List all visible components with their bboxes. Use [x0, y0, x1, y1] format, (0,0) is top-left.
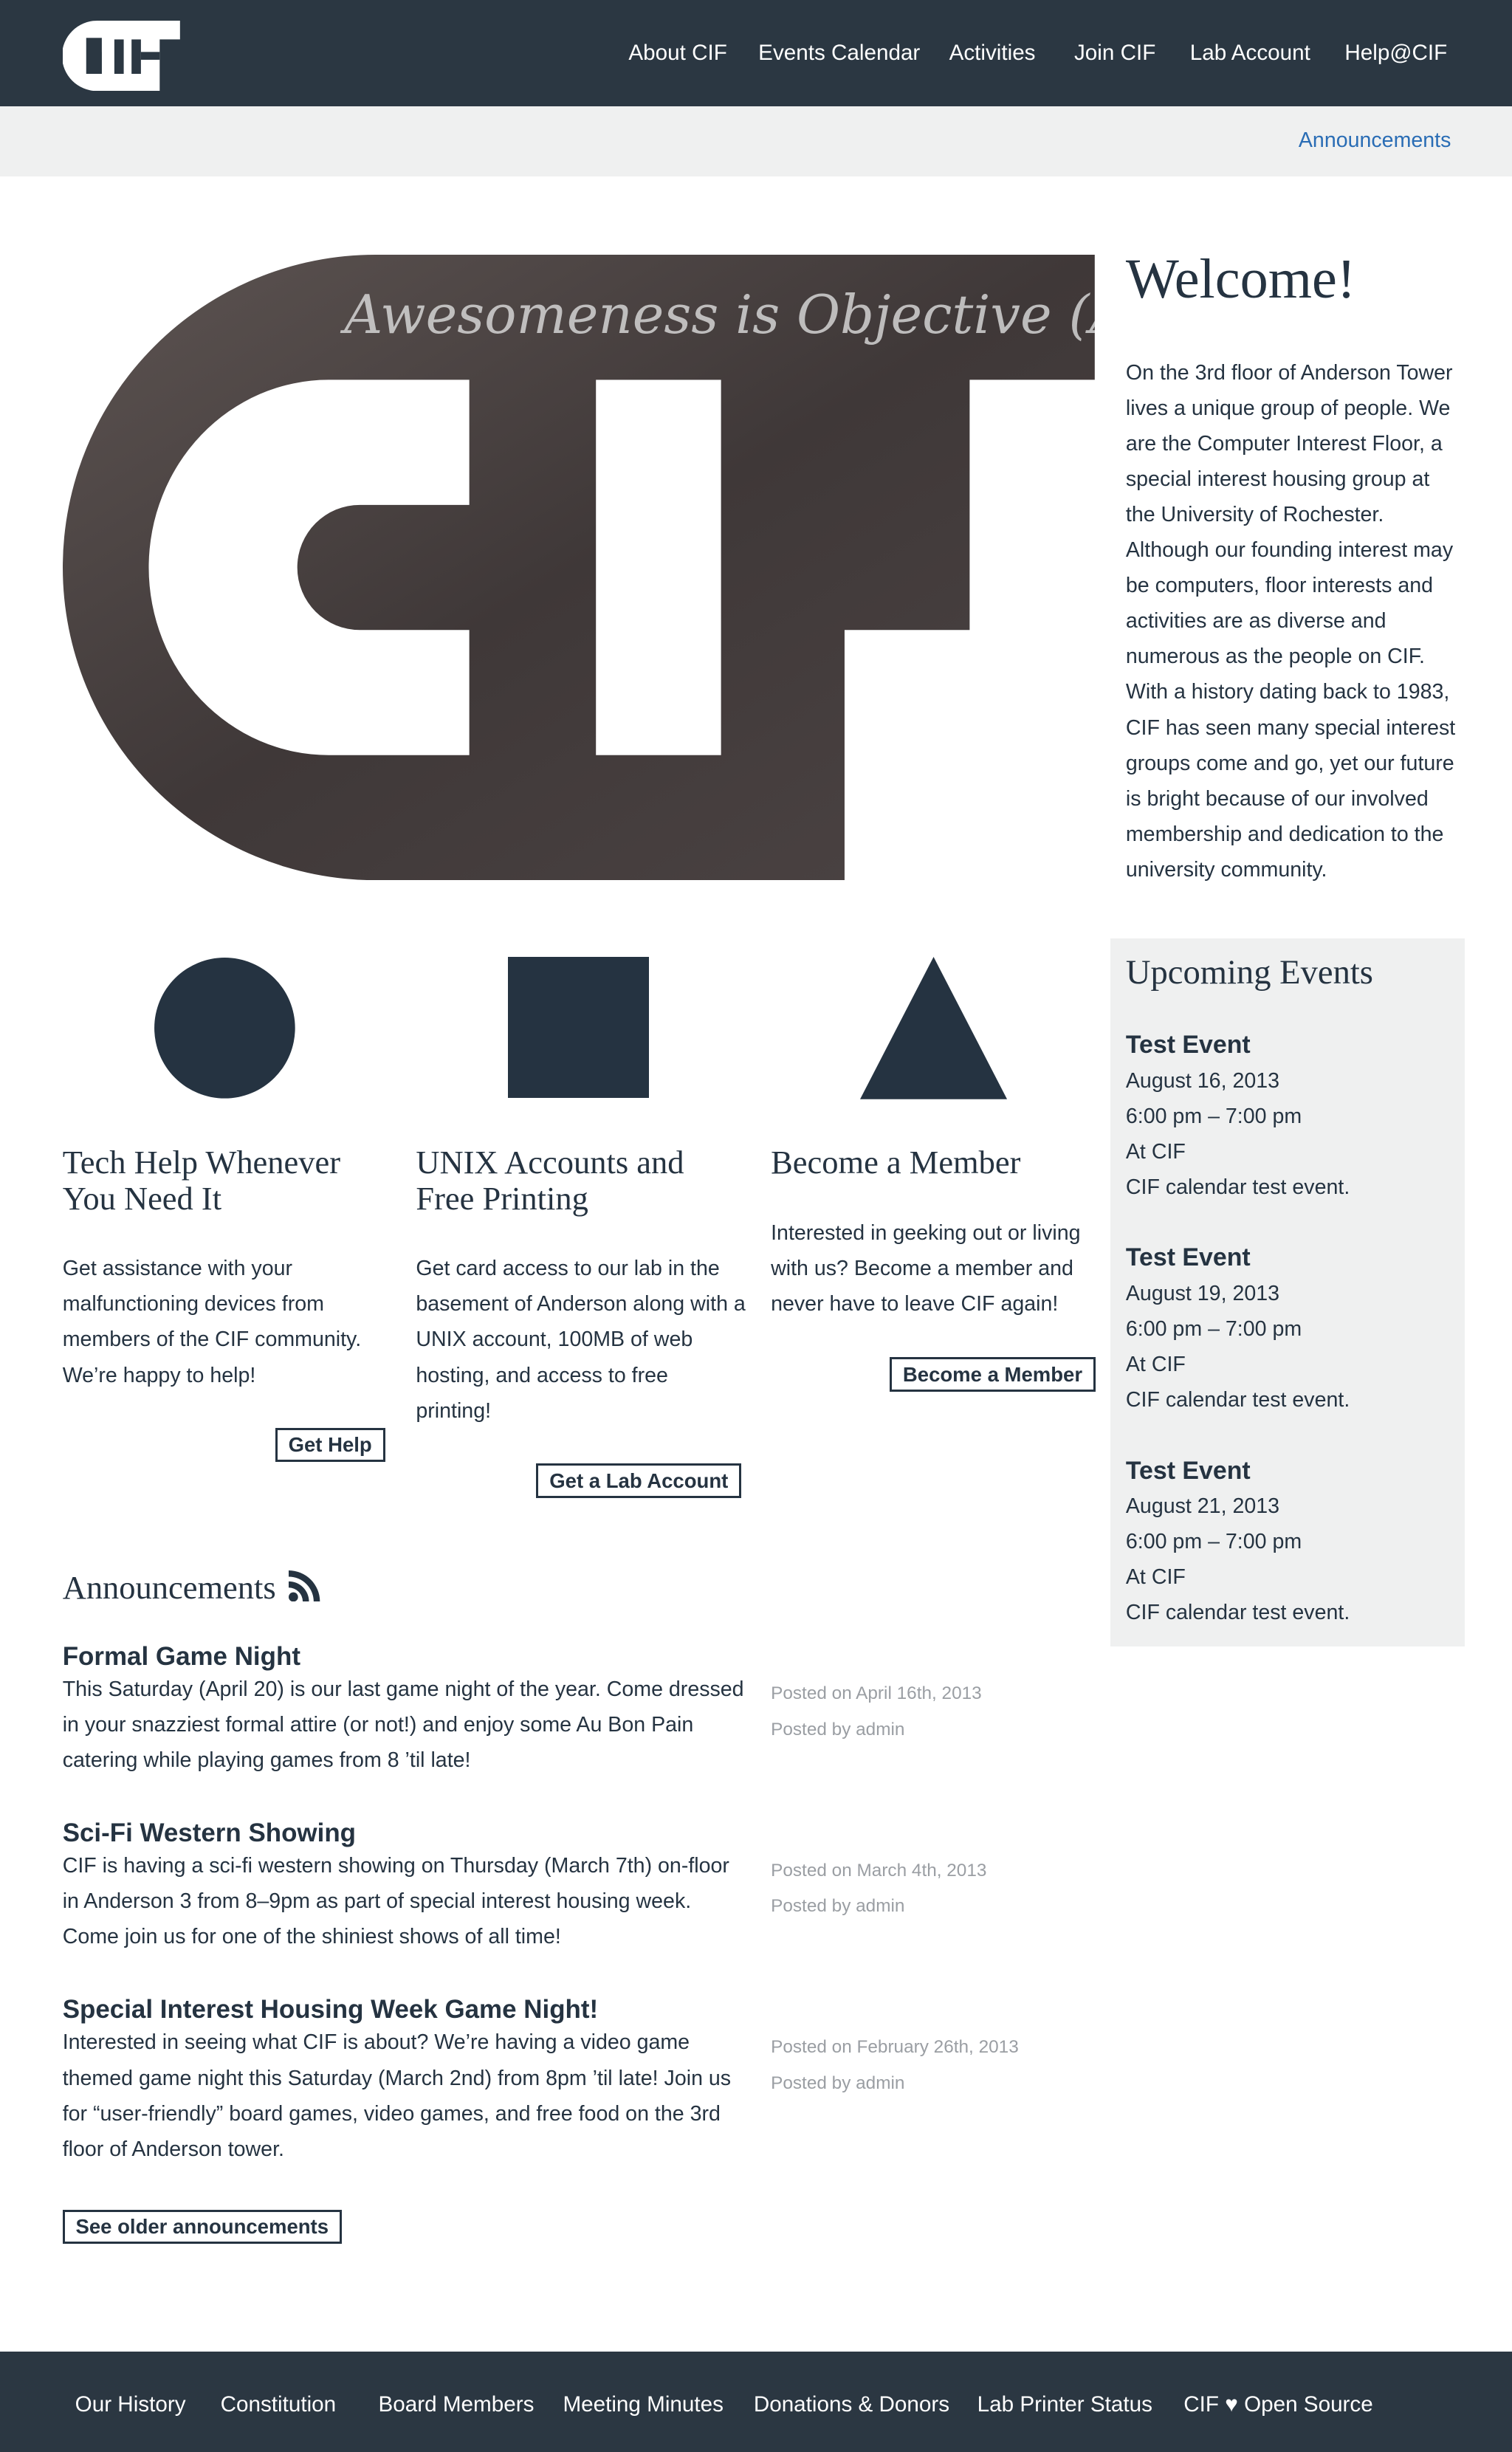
footer-lab-printer-status[interactable]: Lab Printer Status	[977, 2392, 1152, 2417]
post-text: CIF is having a sci-fi western showing o…	[62, 1854, 729, 1949]
announcement-post: Formal Game Night This Saturday (April 2…	[63, 1642, 751, 1778]
event-location: At CIF	[1125, 1139, 1186, 1164]
site-footer: Our History Constitution Board Members M…	[0, 2352, 1512, 2452]
event-location: At CIF	[1125, 1565, 1186, 1589]
feature-title: Become a Member	[771, 1144, 1021, 1181]
footer-our-history[interactable]: Our History	[75, 2392, 186, 2417]
post-meta: Posted on April 16th, 2013 Posted by adm…	[771, 1676, 982, 1748]
post-date: Posted on April 16th, 2013	[771, 1683, 982, 1704]
post-meta: Posted on February 26th, 2013 Posted by …	[771, 2030, 1019, 2101]
nav-join-cif[interactable]: Join CIF	[1074, 41, 1155, 66]
post-author: Posted by admin	[771, 1720, 905, 1740]
square-icon	[508, 957, 649, 1098]
event-desc: CIF calendar test event.	[1125, 1175, 1350, 1199]
post-author: Posted by admin	[771, 2072, 905, 2093]
event-item[interactable]: Test Event August 21, 2013 6:00 pm – 7:0…	[1126, 1453, 1350, 1630]
feature-title: UNIX Accounts and Free Printing	[416, 1144, 684, 1218]
event-date: August 19, 2013	[1125, 1281, 1280, 1305]
nav-about-cif[interactable]: About CIF	[628, 41, 726, 66]
feature-text: Interested in geeking out or living with…	[771, 1220, 1081, 1316]
post-title[interactable]: Formal Game Night	[63, 1642, 751, 1672]
post-author: Posted by admin	[771, 1896, 905, 1917]
upcoming-events: Upcoming Events Test Event August 16, 20…	[1110, 938, 1465, 1647]
event-name[interactable]: Test Event	[1126, 1453, 1350, 1488]
hero-chalkboard-image: Awesomeness is Objective (AT ALL times!)	[62, 255, 1095, 881]
footer-donations[interactable]: Donations & Donors	[754, 2392, 949, 2417]
announcements-heading: Announcements	[63, 1568, 320, 1607]
post-title[interactable]: Sci-Fi Western Showing	[63, 1819, 751, 1848]
event-date: August 16, 2013	[1125, 1068, 1280, 1093]
welcome-text: On the 3rd floor of Anderson Tower lives…	[1125, 360, 1456, 882]
footer-constitution[interactable]: Constitution	[221, 2392, 337, 2417]
post-date: Posted on February 26th, 2013	[771, 2037, 1019, 2058]
feature-title: Tech Help Whenever You Need It	[62, 1144, 341, 1218]
footer-meeting-minutes[interactable]: Meeting Minutes	[563, 2392, 723, 2417]
footer-board-members[interactable]: Board Members	[379, 2392, 535, 2417]
nav-activities[interactable]: Activities	[949, 41, 1036, 66]
get-help-button[interactable]: Get Help	[275, 1427, 385, 1463]
announcement-post: Special Interest Housing Week Game Night…	[63, 1995, 751, 2166]
feature-text: Get card access to our lab in the baseme…	[416, 1257, 746, 1423]
post-text: This Saturday (April 20) is our last gam…	[62, 1677, 744, 1772]
become-member-button[interactable]: Become a Member	[890, 1357, 1096, 1392]
nav-lab-account[interactable]: Lab Account	[1190, 41, 1310, 66]
post-date: Posted on March 4th, 2013	[771, 1860, 987, 1881]
welcome-title: Welcome!	[1125, 247, 1356, 310]
event-name[interactable]: Test Event	[1126, 1027, 1350, 1062]
event-desc: CIF calendar test event.	[1125, 1387, 1350, 1412]
event-desc: CIF calendar test event.	[1125, 1600, 1350, 1624]
post-text: Interested in seeing what CIF is about? …	[62, 2030, 732, 2161]
feature-text: Get assistance with your malfunctioning …	[62, 1257, 362, 1387]
post-title[interactable]: Special Interest Housing Week Game Night…	[63, 1995, 751, 2025]
event-location: At CIF	[1125, 1352, 1186, 1376]
event-name[interactable]: Test Event	[1126, 1240, 1350, 1275]
cif-logo[interactable]	[62, 20, 180, 91]
event-item[interactable]: Test Event August 16, 2013 6:00 pm – 7:0…	[1126, 1027, 1350, 1204]
event-date: August 21, 2013	[1125, 1494, 1280, 1518]
nav-help[interactable]: Help@CIF	[1344, 41, 1447, 66]
footer-open-source[interactable]: CIF ♥ Open Source	[1183, 2392, 1372, 2417]
event-time: 6:00 pm – 7:00 pm	[1125, 1104, 1302, 1128]
announcement-post: Sci-Fi Western Showing CIF is having a s…	[63, 1819, 751, 1954]
get-lab-account-button[interactable]: Get a Lab Account	[536, 1463, 742, 1498]
announcements-title: Announcements	[62, 1569, 276, 1607]
chalk-text: Awesomeness is Objective (AT ALL times!)	[340, 284, 1095, 346]
site-header: About CIF Events Calendar Activities Joi…	[0, 0, 1512, 107]
post-meta: Posted on March 4th, 2013 Posted by admi…	[771, 1853, 986, 1925]
nav-events-calendar[interactable]: Events Calendar	[758, 41, 920, 66]
circle-icon	[154, 958, 295, 1099]
announcements-link[interactable]: Announcements	[1299, 128, 1451, 153]
triangle-icon	[859, 957, 1007, 1099]
rss-icon[interactable]	[289, 1570, 320, 1602]
event-time: 6:00 pm – 7:00 pm	[1125, 1316, 1302, 1341]
events-title: Upcoming Events	[1125, 952, 1373, 992]
sub-nav: Announcements	[0, 106, 1512, 177]
event-item[interactable]: Test Event August 19, 2013 6:00 pm – 7:0…	[1126, 1240, 1350, 1417]
older-announcements-button[interactable]: See older announcements	[62, 2209, 342, 2245]
event-time: 6:00 pm – 7:00 pm	[1125, 1529, 1302, 1553]
